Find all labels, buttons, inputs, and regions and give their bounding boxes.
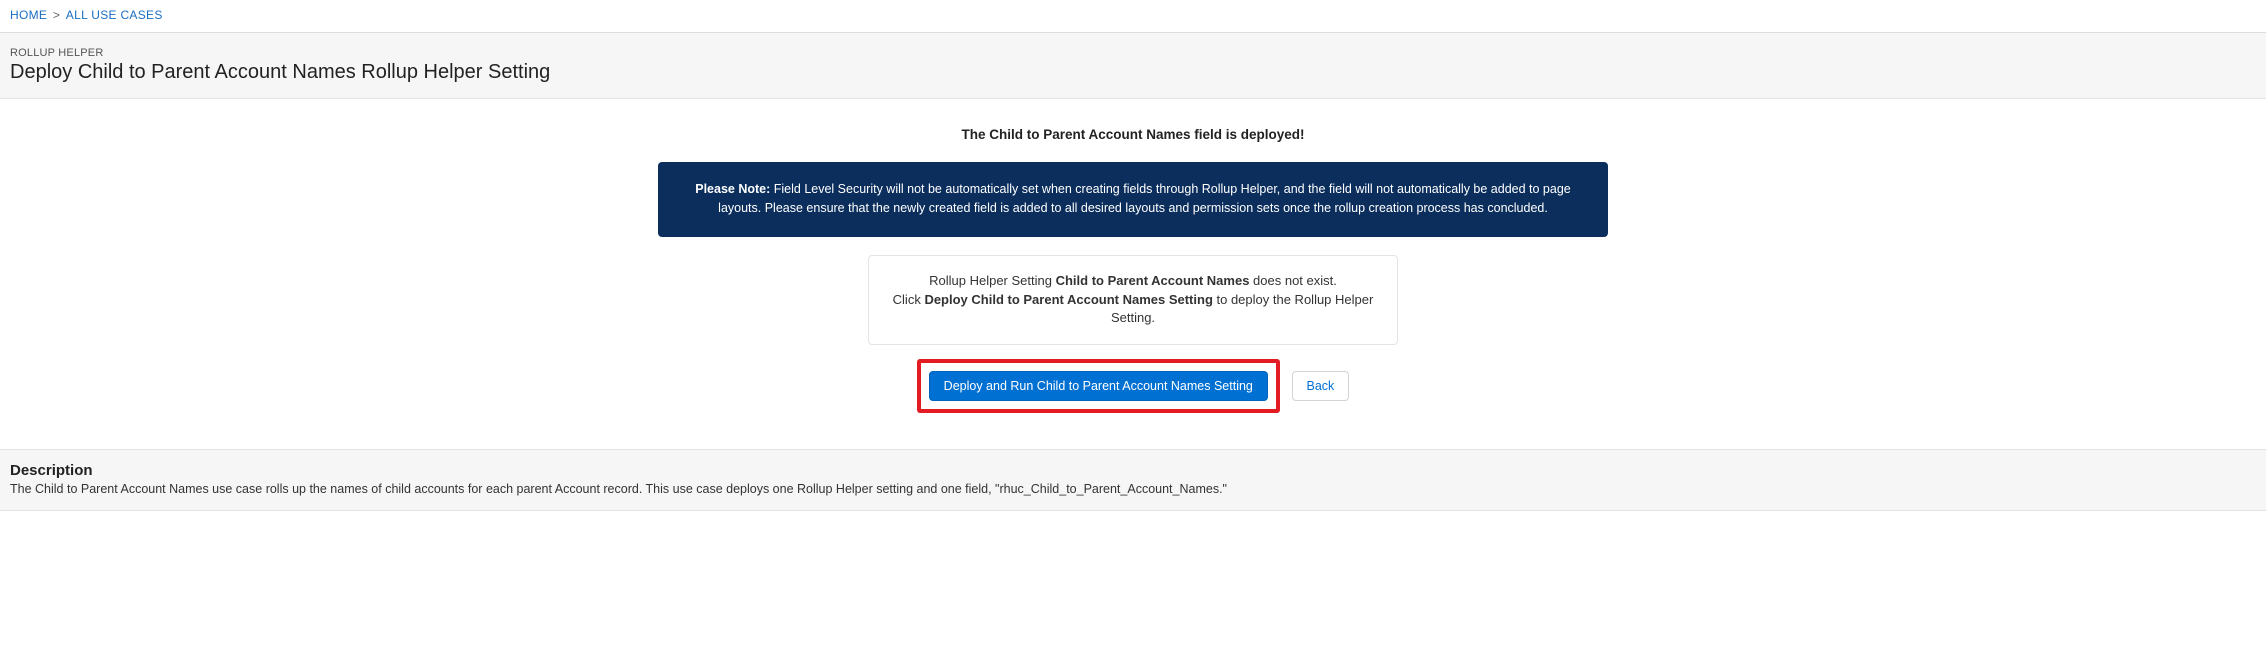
setting-info-card: Rollup Helper Setting Child to Parent Ac… (868, 255, 1398, 346)
info-line1-post: does not exist. (1249, 273, 1336, 288)
description-body: The Child to Parent Account Names use ca… (10, 482, 2256, 496)
info-line1-pre: Rollup Helper Setting (929, 273, 1055, 288)
breadcrumb-all-use-cases[interactable]: ALL USE CASES (66, 8, 163, 22)
info-line2-pre: Click (893, 292, 925, 307)
breadcrumb: HOME > ALL USE CASES (0, 0, 2266, 33)
breadcrumb-home[interactable]: HOME (10, 8, 47, 22)
description-heading: Description (10, 462, 2256, 479)
info-line2-bold: Deploy Child to Parent Account Names Set… (924, 292, 1212, 307)
header-eyebrow: ROLLUP HELPER (10, 47, 2256, 59)
button-row: Deploy and Run Child to Parent Account N… (10, 359, 2256, 413)
breadcrumb-sep: > (51, 8, 62, 22)
deploy-and-run-button[interactable]: Deploy and Run Child to Parent Account N… (929, 371, 1268, 401)
page-header: ROLLUP HELPER Deploy Child to Parent Acc… (0, 33, 2266, 99)
note-body: Field Level Security will not be automat… (718, 182, 1571, 215)
description-section: Description The Child to Parent Account … (0, 449, 2266, 511)
note-prefix: Please Note: (695, 182, 770, 196)
page-title: Deploy Child to Parent Account Names Rol… (10, 61, 2256, 84)
info-line1-bold: Child to Parent Account Names (1056, 273, 1250, 288)
deploy-button-highlight: Deploy and Run Child to Parent Account N… (917, 359, 1280, 413)
content-area: The Child to Parent Account Names field … (0, 99, 2266, 423)
back-button[interactable]: Back (1292, 371, 1350, 401)
please-note-box: Please Note: Field Level Security will n… (658, 162, 1608, 237)
deployed-message: The Child to Parent Account Names field … (10, 127, 2256, 142)
